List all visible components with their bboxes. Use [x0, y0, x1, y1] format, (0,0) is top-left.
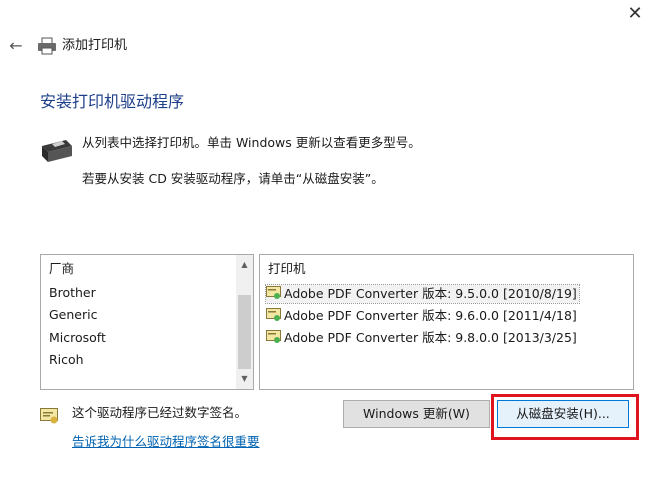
signature-status-text: 这个驱动程序已经过数字签名。: [72, 405, 248, 420]
windows-update-button[interactable]: Windows 更新(W): [343, 400, 490, 428]
printer-item-label: Adobe PDF Converter 版本: 9.5.0.0 [2010/8/…: [284, 286, 577, 301]
instruction-text-1: 从列表中选择打印机。单击 Windows 更新以查看更多型号。: [82, 135, 421, 150]
certified-driver-icon: [266, 330, 281, 343]
printer-item[interactable]: Adobe PDF Converter 版本: 9.5.0.0 [2010/8/…: [265, 284, 580, 304]
certified-driver-icon: [266, 308, 281, 321]
printer-list-header: 打印机: [268, 261, 306, 276]
close-icon[interactable]: ✕: [622, 2, 648, 26]
manufacturer-scrollbar[interactable]: ▲ ▼: [236, 255, 253, 389]
signature-info-link[interactable]: 告诉我为什么驱动程序签名很重要: [72, 433, 260, 451]
scroll-up-icon[interactable]: ▲: [236, 257, 253, 273]
back-arrow-icon[interactable]: ←: [6, 36, 26, 56]
signed-driver-icon: [40, 408, 58, 424]
page-heading: 安装打印机驱动程序: [40, 92, 185, 111]
printer-large-icon: [42, 140, 72, 162]
window-title: 添加打印机: [62, 38, 128, 53]
printer-item-label: Adobe PDF Converter 版本: 9.6.0.0 [2011/4/…: [284, 308, 577, 323]
manufacturer-item-ricoh[interactable]: Ricoh: [49, 351, 84, 369]
certified-driver-icon: [266, 286, 281, 299]
printer-icon: [38, 37, 56, 55]
printer-item[interactable]: Adobe PDF Converter 版本: 9.8.0.0 [2013/3/…: [266, 329, 577, 347]
manufacturer-item-microsoft[interactable]: Microsoft: [49, 329, 106, 347]
manufacturer-list-header: 厂商: [49, 261, 75, 276]
printer-item[interactable]: Adobe PDF Converter 版本: 9.6.0.0 [2011/4/…: [266, 307, 577, 325]
scroll-thumb[interactable]: [238, 295, 251, 369]
manufacturer-item-generic[interactable]: Generic: [49, 306, 97, 324]
scroll-down-icon[interactable]: ▼: [236, 371, 253, 387]
printer-item-label: Adobe PDF Converter 版本: 9.8.0.0 [2013/3/…: [284, 330, 577, 345]
manufacturer-list[interactable]: 厂商 Brother Generic Microsoft Ricoh ▲ ▼: [40, 254, 254, 390]
highlight-box: [491, 394, 639, 440]
manufacturer-item-brother[interactable]: Brother: [49, 284, 96, 302]
printer-list[interactable]: 打印机 Adobe PDF Converter 版本: 9.5.0.0 [201…: [259, 254, 634, 390]
instruction-text-2: 若要从安装 CD 安装驱动程序，请单击“从磁盘安装”。: [82, 171, 384, 186]
